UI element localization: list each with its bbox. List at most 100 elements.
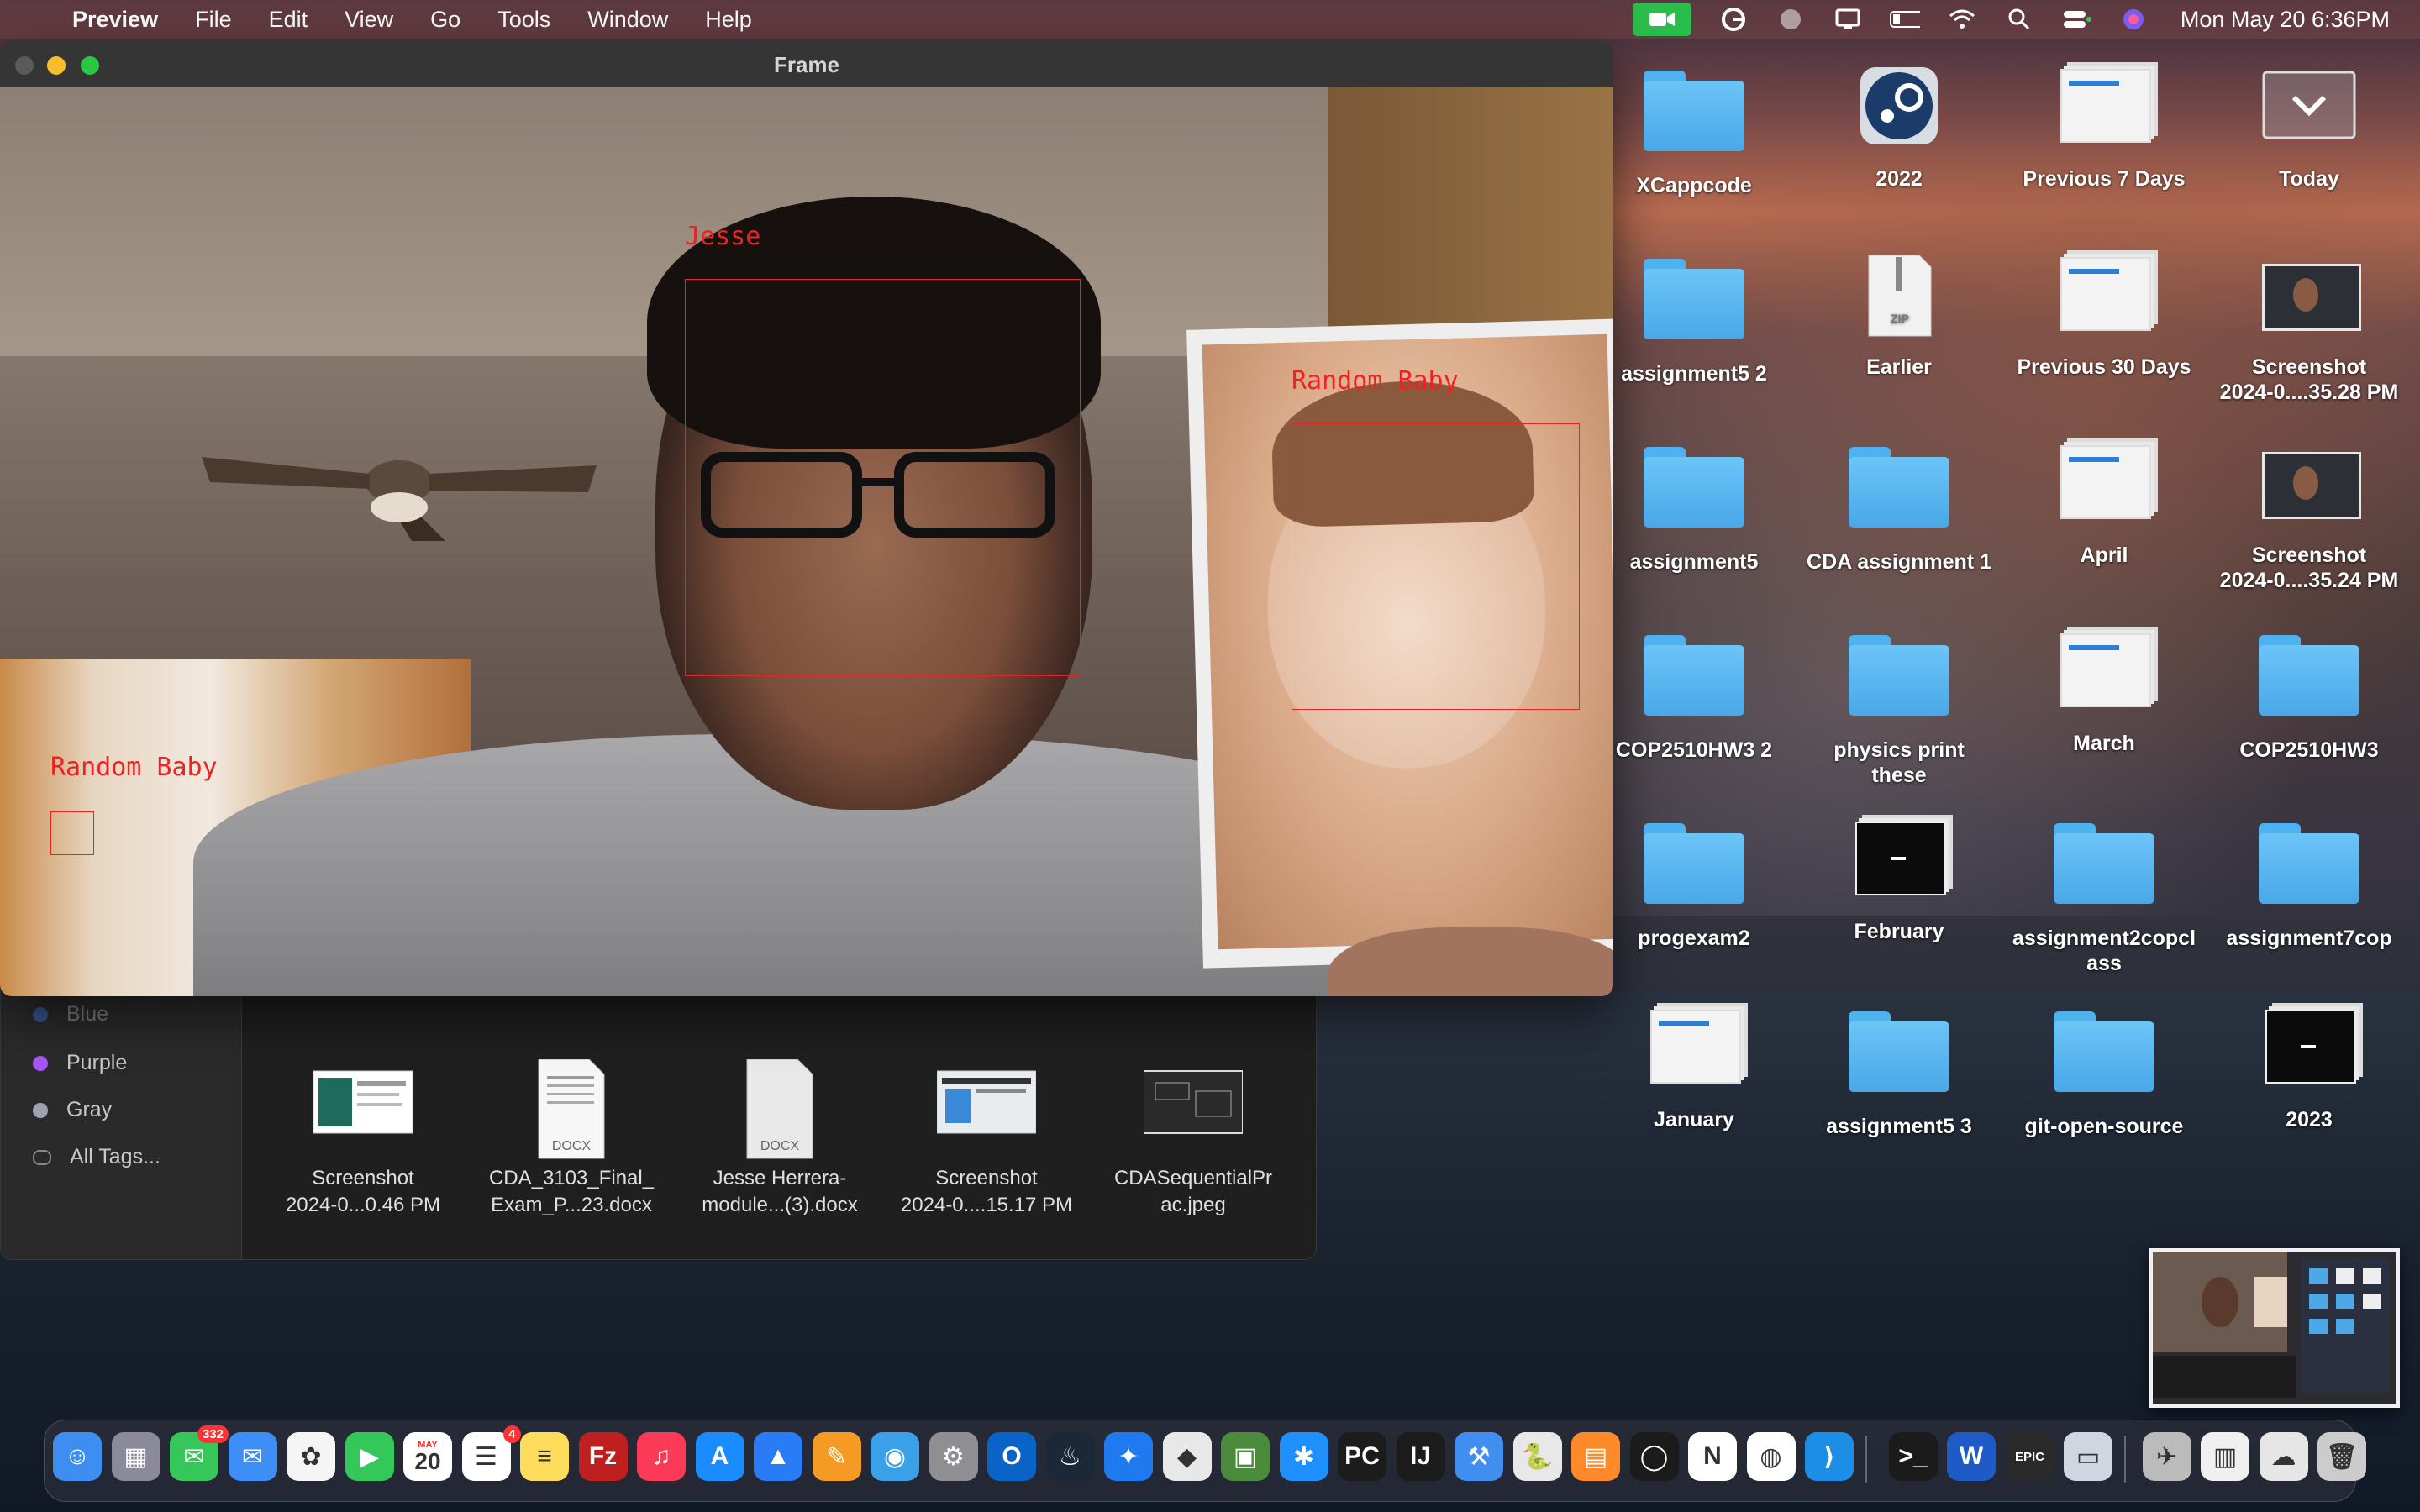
desktop-icon-label: git-open-source (2024, 1115, 2184, 1138)
menu-help[interactable]: Help (705, 7, 752, 33)
file-jesse-module-docx[interactable]: DOCX Jesse Herrera- module...(3).docx (683, 1058, 876, 1219)
desktop-icon-assignment5[interactable]: assignment5 (1593, 440, 1795, 575)
desktop-icon-cop2510hw3[interactable]: COP2510HW3 (2208, 628, 2410, 763)
dock-notion-icon[interactable]: N (1688, 1432, 1737, 1481)
desktop-icon-assignment5-2[interactable]: assignment5 2 (1593, 252, 1795, 386)
desktop-icon-today[interactable]: Today (2208, 64, 2410, 192)
menu-tools[interactable]: Tools (497, 7, 550, 33)
dock-reminders-icon[interactable]: ☰ 4 (461, 1425, 521, 1481)
dock-epic-games-icon[interactable]: EPIC (2005, 1432, 2054, 1481)
dock-app-store-icon[interactable]: A (695, 1432, 744, 1481)
dock-python-launcher-icon[interactable]: 🐍 (1512, 1432, 1562, 1481)
siri-icon[interactable] (2118, 8, 2149, 31)
menu-go[interactable]: Go (430, 7, 460, 33)
control-center-icon[interactable] (2061, 8, 2091, 31)
zoom-button[interactable] (81, 56, 99, 75)
menubar-clock[interactable]: Mon May 20 6:36PM (2181, 7, 2390, 33)
tag-purple[interactable]: Purple (33, 1051, 127, 1075)
dock-chrome-icon[interactable]: ◍ (1746, 1432, 1796, 1481)
dock-xcode-helper-icon[interactable]: ✦ (1104, 1432, 1153, 1481)
desktop-icon-cda-assignment-1[interactable]: CDA assignment 1 (1798, 440, 2000, 575)
dock-roblox-icon[interactable]: ◆ (1162, 1432, 1212, 1481)
menu-edit[interactable]: Edit (269, 7, 308, 33)
dock-pycharm-icon[interactable]: PC (1338, 1432, 1386, 1481)
dock-books-icon[interactable]: ▤ (1571, 1432, 1620, 1481)
dock-vscode-icon[interactable]: ⟩ (1805, 1432, 1854, 1481)
dock-minecraft-icon[interactable]: ▣ (1221, 1432, 1270, 1481)
dock-facetime-icon[interactable]: ▶ (345, 1432, 394, 1481)
tag-blue[interactable]: Blue (33, 1002, 108, 1026)
dock-finder-icon[interactable]: ☺ (53, 1432, 102, 1481)
desktop-icon-physics-print[interactable]: physics print these (1798, 628, 2000, 788)
camera-in-use-icon[interactable] (1632, 3, 1691, 36)
screenshot-preview-thumbnail[interactable] (2149, 1248, 2400, 1408)
desktop-icon-label: Earlier (1866, 355, 1932, 379)
dock-photos-icon[interactable]: ✿ (287, 1432, 335, 1481)
dock-trash-icon[interactable]: 🗑 (2317, 1432, 2366, 1481)
desktop-icon-xcappcode[interactable]: XCappcode (1593, 64, 1795, 198)
folder-icon (1644, 635, 1744, 722)
dock-mail-icon[interactable]: ✉ (228, 1432, 277, 1481)
file-screenshot-2[interactable]: Screenshot 2024-0....15.17 PM (890, 1059, 1083, 1219)
dock-intellij-icon[interactable]: IJ (1396, 1432, 1445, 1481)
desktop-icon-screenshot[interactable]: Screenshot 2024-0....35.24 PM (2208, 440, 2410, 593)
display-icon[interactable] (1833, 8, 1863, 31)
dock-music-icon[interactable]: ♫ (637, 1432, 686, 1481)
dock-system-settings-icon[interactable]: ⚙ (929, 1432, 978, 1481)
desktop-icon-earlier[interactable]: ZIP Earlier (1798, 252, 2000, 380)
file-cda-sequential-jpeg[interactable]: CDASequentialPr ac.jpeg (1097, 1059, 1290, 1219)
dock-keynote-icon[interactable]: ▲ (754, 1432, 802, 1481)
desktop-icon-assignment5-3[interactable]: assignment5 3 (1798, 1005, 2000, 1139)
wifi-icon[interactable] (1947, 8, 1977, 31)
desktop-icon-assignment7cop[interactable]: assignment7cop (2208, 816, 2410, 951)
dock-word-icon[interactable]: W (1947, 1432, 1996, 1481)
desktop-icon-february[interactable]: February (1798, 816, 2000, 944)
dock-network-radar-icon[interactable]: ◉ (871, 1432, 919, 1481)
menu-app-name[interactable]: Preview (72, 7, 158, 33)
dock-filezilla-icon[interactable]: Fz (578, 1432, 628, 1481)
tag-dot-icon (33, 1006, 48, 1022)
desktop-icon-2022[interactable]: 2022 (1798, 64, 2000, 192)
battery-icon[interactable] (1889, 8, 1920, 31)
dock-outlook-icon[interactable]: O (987, 1432, 1036, 1481)
dock-preview-icon[interactable]: ▭ (2064, 1432, 2112, 1481)
dock-xcode-icon[interactable]: ⚒ (1455, 1432, 1503, 1481)
desktop-icon-assignment2copcl[interactable]: assignment2copcl ass (2003, 816, 2205, 976)
desktop-icon-git-open-source[interactable]: git-open-source (2003, 1005, 2205, 1139)
dock-terminal-icon[interactable]: >_ (1888, 1432, 1938, 1481)
desktop-icon-march[interactable]: March (2003, 628, 2205, 756)
desktop-icon-previous-30-days[interactable]: Previous 30 Days (2003, 252, 2205, 380)
globe-icon[interactable] (1776, 8, 1806, 31)
desktop-icon-label: Today (2279, 167, 2339, 191)
dock-messages-icon[interactable]: ✉ 332 (170, 1425, 229, 1481)
desktop-icon-progexam2[interactable]: progexam2 (1593, 816, 1795, 951)
dock-downloads-stack-icon[interactable]: ▥ (2201, 1432, 2249, 1481)
close-button[interactable] (15, 56, 34, 75)
desktop-icon-screenshot[interactable]: Screenshot 2024-0....35.28 PM (2208, 252, 2410, 405)
dock-steam-icon[interactable]: ♨ (1045, 1432, 1095, 1481)
spotlight-search-icon[interactable] (2004, 8, 2034, 31)
file-screenshot-1[interactable]: Screenshot 2024-0...0.46 PM (266, 1059, 460, 1219)
menu-view[interactable]: View (345, 7, 393, 33)
dock-hex-fiend-icon[interactable]: ✱ (1279, 1432, 1328, 1481)
desktop-icon-cop2510hw3-2[interactable]: COP2510HW3 2 (1593, 628, 1795, 763)
dock-rocket-icon[interactable]: ✈ (2142, 1432, 2191, 1481)
dock-calendar-icon[interactable]: MAY 20 (403, 1432, 452, 1481)
dock-archive-icon[interactable]: ☁ (2259, 1432, 2308, 1481)
menu-file[interactable]: File (195, 7, 232, 33)
desktop-icon-april[interactable]: April (2003, 440, 2205, 568)
dock-spinner-app-icon[interactable]: ◯ (1629, 1432, 1679, 1481)
menu-window[interactable]: Window (587, 7, 668, 33)
grammarly-icon[interactable] (1718, 8, 1749, 31)
minimize-button[interactable] (47, 56, 66, 75)
desktop-icon-january[interactable]: January (1593, 1005, 1795, 1132)
dock-launchpad-icon[interactable]: ▦ (111, 1432, 160, 1481)
desktop-icon-previous-7-days[interactable]: Previous 7 Days (2003, 64, 2205, 192)
dock-pages-icon[interactable]: ✎ (812, 1432, 861, 1481)
file-cda-final-docx[interactable]: DOCX CDA_3103_Final_ Exam_P...23.docx (475, 1058, 668, 1219)
window-titlebar[interactable]: Frame (0, 42, 1613, 87)
desktop-icon-2023[interactable]: 2023 (2208, 1005, 2410, 1132)
tag-all-tags[interactable]: All Tags... (33, 1145, 160, 1169)
tag-gray[interactable]: Gray (33, 1098, 112, 1122)
dock-notes-icon[interactable]: ≡ (520, 1432, 569, 1481)
